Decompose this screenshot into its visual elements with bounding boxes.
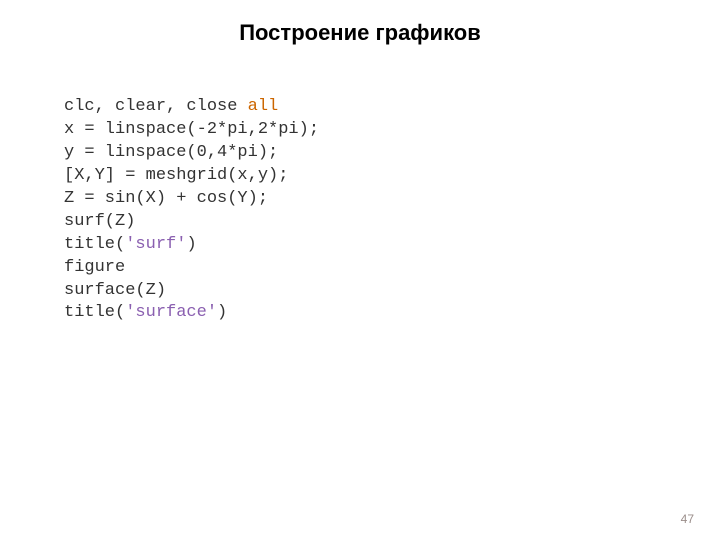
code-text: surface(Z)	[64, 281, 166, 300]
code-text: )	[217, 303, 227, 322]
string-literal: 'surf'	[125, 235, 186, 254]
page-number: 47	[681, 512, 694, 526]
code-block: clc, clear, close all x = linspace(-2*pi…	[64, 96, 720, 325]
code-line: y = linspace(0,4*pi);	[64, 142, 720, 165]
code-text: x = linspace(-2*pi,2*pi);	[64, 120, 319, 139]
code-text: y = linspace(0,4*pi);	[64, 143, 278, 162]
code-line: figure	[64, 257, 720, 280]
code-text: clc, clear, close	[64, 97, 248, 116]
code-line: surf(Z)	[64, 211, 720, 234]
code-line: title('surface')	[64, 302, 720, 325]
code-text: title(	[64, 235, 125, 254]
code-line: [X,Y] = meshgrid(x,y);	[64, 165, 720, 188]
code-text: title(	[64, 303, 125, 322]
string-literal: 'surface'	[125, 303, 217, 322]
code-text: )	[186, 235, 196, 254]
keyword-all: all	[248, 97, 279, 116]
code-line: x = linspace(-2*pi,2*pi);	[64, 119, 720, 142]
code-line: title('surf')	[64, 234, 720, 257]
code-line: surface(Z)	[64, 280, 720, 303]
code-text: surf(Z)	[64, 212, 135, 231]
code-text: [X,Y] = meshgrid(x,y);	[64, 166, 288, 185]
code-text: figure	[64, 258, 125, 277]
code-line: Z = sin(X) + cos(Y);	[64, 188, 720, 211]
code-line: clc, clear, close all	[64, 96, 720, 119]
code-text: Z = sin(X) + cos(Y);	[64, 189, 268, 208]
slide-title: Построение графиков	[0, 0, 720, 56]
